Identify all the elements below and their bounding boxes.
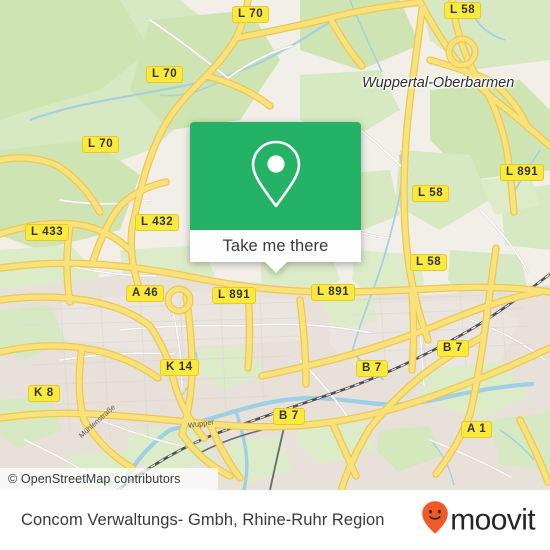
page-title: Concom Verwaltungs- Gmbh, Rhine-Ruhr Reg… <box>21 510 385 529</box>
popup-pointer <box>264 262 287 273</box>
road-shield-l58-lower[interactable]: L 58 <box>410 254 448 271</box>
moovit-wordmark: moovit <box>450 503 535 536</box>
road-shield-l891-centre[interactable]: L 891 <box>311 284 356 301</box>
road-shield-l58-right[interactable]: L 58 <box>412 185 450 202</box>
footer-bar: Concom Verwaltungs- Gmbh, Rhine-Ruhr Reg… <box>0 490 550 550</box>
road-shield-b7-mid[interactable]: B 7 <box>356 360 388 377</box>
popup-icon-area <box>190 122 361 230</box>
road-shield-l891-mid[interactable]: L 891 <box>212 287 257 304</box>
location-popup-card[interactable]: Take me there <box>190 122 361 273</box>
road-shield-a1[interactable]: A 1 <box>461 421 493 438</box>
moovit-brand[interactable]: moovit <box>421 501 536 540</box>
road-shield-k14[interactable]: K 14 <box>160 359 199 376</box>
road-shield-k8[interactable]: K 8 <box>28 385 60 402</box>
map-pin-icon <box>247 137 305 216</box>
road-shield-l433[interactable]: L 433 <box>25 224 70 241</box>
osm-attribution[interactable]: © OpenStreetMap contributors <box>0 468 218 490</box>
road-shield-l58-top[interactable]: L 58 <box>444 2 482 19</box>
road-shield-a46[interactable]: A 46 <box>126 285 165 302</box>
moovit-map-page: Wuppertal-Oberbarmen Mühlenstraße Wupper… <box>0 0 550 550</box>
place-label-wuppertal-oberbarmen: Wuppertal-Oberbarmen <box>362 75 515 91</box>
road-shield-b7-right[interactable]: B 7 <box>437 340 469 357</box>
road-shield-l432[interactable]: L 432 <box>135 214 180 231</box>
road-shield-l70-mid[interactable]: L 70 <box>146 66 184 83</box>
moovit-smiley-pin-icon <box>421 501 449 540</box>
road-shield-l70-top[interactable]: L 70 <box>232 6 270 23</box>
map-canvas[interactable]: Wuppertal-Oberbarmen Mühlenstraße Wupper… <box>0 0 550 490</box>
road-shield-b7-lower[interactable]: B 7 <box>273 408 305 425</box>
road-shield-l70-left[interactable]: L 70 <box>82 136 120 153</box>
road-shield-l891-right[interactable]: L 891 <box>500 164 545 181</box>
take-me-there-button[interactable]: Take me there <box>190 230 361 262</box>
